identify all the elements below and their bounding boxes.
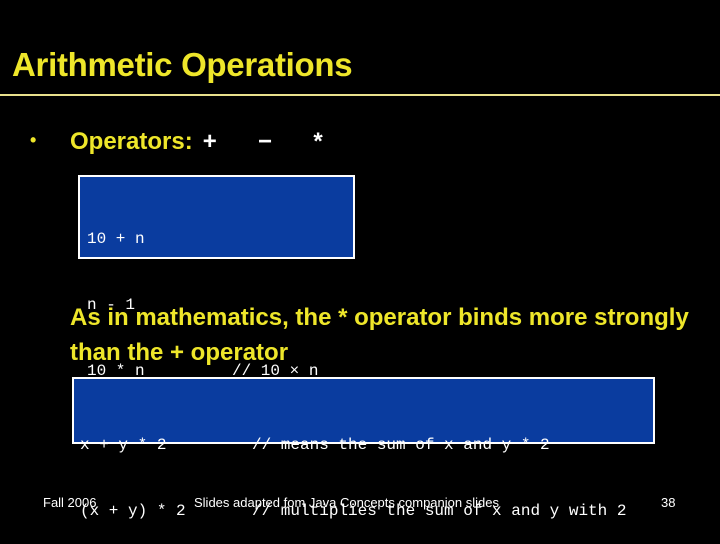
bullet-icon: • <box>30 130 37 150</box>
title-divider <box>0 94 720 96</box>
code-line: x + y * 2 // means the sum of x and y * 2 <box>80 434 653 456</box>
footer-credit: Slides adapted fom Java Concepts compani… <box>194 495 499 510</box>
operators-bullet: • Operators: + − * <box>30 128 323 156</box>
code-line: 10 + n <box>87 228 353 250</box>
operators-list: + − * <box>202 128 323 155</box>
code-comment: // means the sum of x and y * 2 <box>252 436 550 454</box>
precedence-statement: As in mathematics, the * operator binds … <box>70 304 689 366</box>
operators-label: Operators: <box>70 128 193 155</box>
code-expression: x + y * 2 <box>80 436 167 454</box>
page-number: 38 <box>661 495 676 510</box>
code-block-precedence: x + y * 2 // means the sum of x and y * 2… <box>72 377 655 520</box>
code-block-operators: 10 + n n - 1 10 * n// 10 × n <box>78 175 355 380</box>
footer-date: Fall 2006 <box>43 495 97 510</box>
code-expression: 10 + n <box>87 230 145 248</box>
slide-title: Arithmetic Operations <box>12 46 353 83</box>
